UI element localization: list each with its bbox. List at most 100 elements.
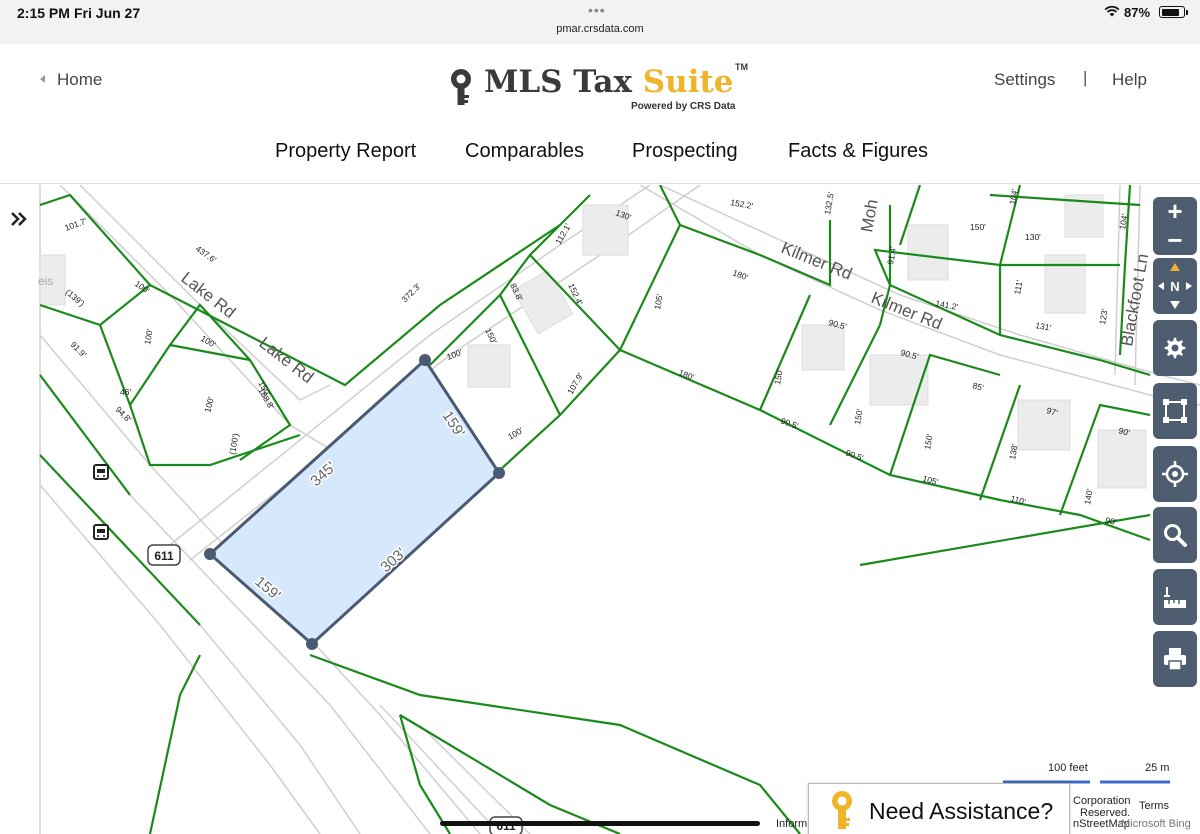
svg-text:100': 100' — [133, 278, 152, 295]
logo-subtitle: Powered by CRS Data — [631, 101, 736, 112]
tab-property-report[interactable]: Property Report — [275, 140, 416, 163]
battery-nub — [1186, 10, 1188, 15]
zoom-in-button[interactable]: + — [1153, 196, 1197, 226]
svg-text:100': 100' — [506, 425, 525, 442]
need-assistance-button[interactable]: Need Assistance? — [808, 783, 1070, 834]
scale-feet: 100 feet — [1048, 762, 1088, 774]
svg-text:611: 611 — [154, 549, 174, 563]
svg-text:104': 104' — [1007, 188, 1020, 206]
search-icon — [1164, 524, 1187, 547]
tab-comparables[interactable]: Comparables — [465, 140, 584, 163]
bus-stop-icon — [93, 524, 109, 540]
svg-text:150': 150' — [483, 327, 499, 346]
selected-parcel[interactable]: 345' 159' 303' 159' — [204, 354, 505, 650]
svg-text:91.4': 91.4' — [885, 245, 898, 265]
parcel-map[interactable]: 101.7' 437.6' (139') 100' 372.3' 112.1' … — [0, 185, 1200, 834]
select-area-button[interactable] — [1153, 383, 1197, 439]
svg-text:N: N — [1170, 279, 1179, 294]
svg-text:(100'): (100') — [227, 432, 241, 455]
bus-stop-icon — [93, 464, 109, 480]
svg-text:46': 46' — [120, 387, 131, 397]
app-header: Home MLS Tax Suite TM Powered by CRS Dat… — [0, 44, 1200, 184]
svg-text:131': 131' — [1035, 320, 1053, 333]
compass-icon: N — [1158, 263, 1192, 309]
svg-text:91.9': 91.9' — [69, 339, 89, 359]
road-label-kilmer-rd: Kilmer Rd — [779, 238, 855, 284]
compass-button[interactable]: N — [1153, 258, 1197, 314]
print-button[interactable] — [1153, 631, 1197, 687]
terms-link[interactable]: Terms — [1139, 800, 1169, 812]
road-edges — [39, 185, 1200, 834]
svg-text:100': 100' — [202, 395, 216, 413]
print-icon — [1164, 648, 1186, 671]
status-time: 2:15 PM — [17, 5, 70, 21]
svg-text:132.5': 132.5' — [822, 191, 836, 216]
battery-percent: 87% — [1124, 5, 1151, 20]
zoom-out-button[interactable]: − — [1153, 225, 1197, 255]
svg-text:90': 90' — [1105, 515, 1118, 527]
status-bar: 2:15 PM Fri Jun 27 ••• pmar.crsdata.com … — [0, 0, 1200, 44]
home-link[interactable]: Home — [40, 70, 102, 90]
svg-text:110': 110' — [1009, 493, 1027, 507]
need-assistance-label: Need Assistance? — [869, 798, 1054, 824]
svg-text:141.2': 141.2' — [935, 298, 960, 312]
svg-text:123': 123' — [1097, 308, 1110, 326]
battery-icon — [1159, 6, 1185, 18]
scale-meters: 25 m — [1145, 762, 1170, 774]
parcel-vertex-handle — [419, 354, 431, 366]
svg-text:111': 111' — [1012, 279, 1024, 295]
road-label-edge: eis — [38, 274, 53, 288]
svg-text:150': 150' — [772, 368, 785, 386]
svg-text:(139'): (139') — [64, 287, 87, 309]
road-label-mohawk: Moh — [857, 198, 881, 234]
svg-text:90.5': 90.5' — [779, 415, 800, 431]
settings-link[interactable]: Settings — [994, 70, 1055, 90]
status-date: Fri Jun 27 — [74, 5, 141, 21]
settings-button[interactable] — [1153, 320, 1197, 376]
zoom-control: + − — [1153, 196, 1197, 255]
sidebar-toggle-icon[interactable] — [8, 205, 32, 233]
svg-text:105': 105' — [921, 473, 939, 487]
measure-button[interactable] — [1153, 569, 1197, 625]
logo-trademark: TM — [735, 62, 748, 72]
svg-text:130': 130' — [1025, 232, 1041, 242]
svg-text:180': 180' — [731, 267, 750, 282]
svg-text:105': 105' — [652, 293, 665, 311]
svg-text:100': 100' — [142, 328, 155, 346]
svg-text:100': 100' — [445, 347, 464, 362]
svg-text:138': 138' — [1007, 443, 1020, 461]
back-arrow-icon — [40, 75, 45, 83]
svg-text:90.5': 90.5' — [844, 447, 865, 463]
gear-icon — [1164, 337, 1186, 359]
locate-button[interactable] — [1153, 446, 1197, 502]
svg-text:100': 100' — [199, 333, 218, 350]
logo-text: MLS Tax Suite — [484, 64, 734, 100]
url-label[interactable]: pmar.crsdata.com — [0, 23, 1200, 35]
home-label: Home — [57, 70, 103, 89]
bing-logo: Microsoft Bing — [1121, 818, 1191, 830]
attribution-info[interactable]: Inform — [776, 818, 807, 830]
header-separator: | — [1083, 68, 1088, 87]
parcel-vertex-handle — [306, 638, 318, 650]
tab-prospecting[interactable]: Prospecting — [632, 140, 738, 163]
route-shield: 611 — [147, 544, 181, 566]
app-logo[interactable]: MLS Tax Suite TM Powered by CRS Data — [448, 62, 758, 116]
wifi-icon — [1104, 5, 1120, 17]
map-view[interactable]: 101.7' 437.6' (139') 100' 372.3' 112.1' … — [0, 185, 1200, 834]
parcel-vertex-handle — [493, 467, 505, 479]
svg-text:152.4': 152.4' — [566, 282, 585, 307]
tab-facts-figures[interactable]: Facts & Figures — [788, 140, 928, 163]
home-indicator[interactable] — [440, 821, 760, 826]
attribution-line-1: Corporation — [1073, 795, 1131, 807]
parcel-vertex-handle — [204, 548, 216, 560]
multitask-dots-icon[interactable]: ••• — [588, 2, 606, 18]
logo-accent: Suite — [642, 64, 734, 100]
svg-text:437.6': 437.6' — [194, 243, 219, 265]
svg-text:101.7': 101.7' — [63, 216, 88, 233]
search-button[interactable] — [1153, 507, 1197, 563]
key-icon — [832, 791, 852, 829]
locate-icon — [1162, 461, 1188, 487]
help-link[interactable]: Help — [1112, 70, 1147, 90]
double-chevron-right-icon — [11, 212, 27, 226]
svg-text:112.1': 112.1' — [553, 221, 573, 246]
